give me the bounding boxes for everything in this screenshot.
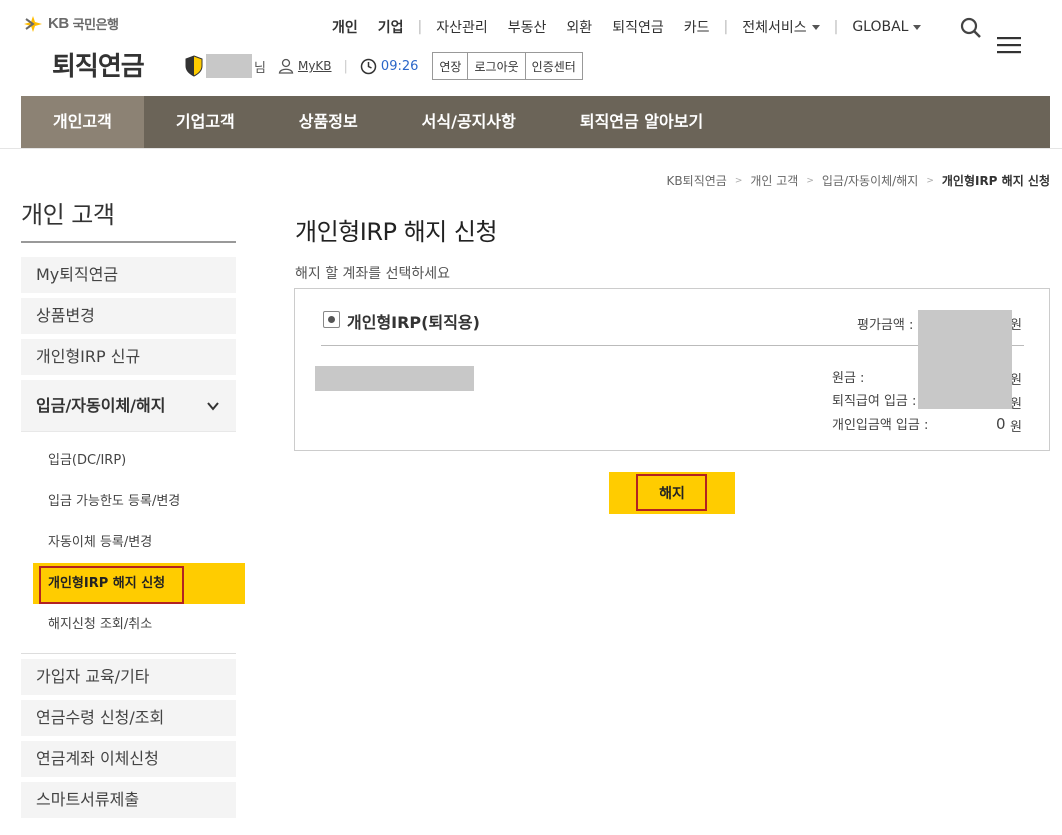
account-name: 개인형IRP(퇴직용) (347, 313, 480, 332)
all-services-label: 전체서비스 (742, 20, 807, 36)
gnb-tab-about-pension[interactable]: 퇴직연금 알아보기 (548, 96, 735, 148)
breadcrumb-arrow-icon: > (926, 175, 934, 186)
caret-down-icon (913, 24, 922, 30)
global-label: GLOBAL (852, 19, 909, 35)
gnb-tab-products[interactable]: 상품정보 (267, 96, 390, 148)
masked-user-name (206, 54, 252, 78)
top-nav-card[interactable]: 카드 (684, 17, 710, 37)
divider: | (723, 19, 729, 35)
breadcrumb: KB퇴직연금 > 개인 고객 > 입금/자동이체/해지 > 개인형IRP 해지 … (667, 172, 1050, 189)
sidebar-item-annuity[interactable]: 연금수령 신청/조회 (21, 700, 236, 736)
personal-deposit-value: 0 (996, 415, 1006, 433)
sidebar-item-irp-new[interactable]: 개인형IRP 신규 (21, 339, 236, 375)
breadcrumb-item[interactable]: 입금/자동이체/해지 (822, 172, 918, 189)
sidebar-sub-limit[interactable]: 입금 가능한도 등록/변경 (21, 481, 236, 522)
masked-account-number (315, 366, 474, 391)
clock-icon (360, 58, 377, 74)
shield-icon (185, 55, 203, 77)
cert-center-button[interactable]: 인증센터 (524, 53, 582, 79)
user-suffix: 님 (254, 60, 266, 76)
sidebar-sub-list: 입금(DC/IRP) 입금 가능한도 등록/변경 자동이체 등록/변경 개인형I… (21, 432, 245, 654)
won-unit: 원 (1010, 420, 1022, 435)
kb-star-icon (22, 15, 44, 33)
hamburger-menu-icon[interactable] (997, 35, 1021, 55)
divider: | (833, 19, 839, 35)
logo-kb-text: KB (48, 15, 69, 32)
divider: | (343, 58, 348, 74)
chevron-down-icon (207, 401, 219, 411)
sidebar-group-label: 입금/자동이체/해지 (36, 395, 166, 415)
masked-amounts (918, 310, 1012, 409)
search-icon[interactable] (960, 17, 982, 39)
logo-bank-text: 국민은행 (72, 18, 119, 33)
breadcrumb-current: 개인형IRP 해지 신청 (941, 174, 1050, 188)
breadcrumb-arrow-icon: > (806, 175, 814, 186)
sidebar-item-smart-docs[interactable]: 스마트서류제출 (21, 782, 236, 818)
sidebar-sub-autotransfer[interactable]: 자동이체 등록/변경 (21, 522, 236, 563)
header-divider (0, 148, 1062, 149)
sidebar-sub-deposit[interactable]: 입금(DC/IRP) (21, 440, 236, 481)
breadcrumb-item[interactable]: 개인 고객 (750, 172, 798, 189)
top-nav-all-services[interactable]: 전체서비스 (742, 17, 820, 37)
sidebar-item-product-change[interactable]: 상품변경 (21, 298, 236, 334)
extend-button[interactable]: 연장 (433, 53, 468, 79)
divider: | (417, 19, 423, 35)
sidebar-item-education[interactable]: 가입자 교육/기타 (21, 659, 236, 695)
breadcrumb-item[interactable]: KB퇴직연금 (667, 172, 727, 189)
gnb-tab-personal[interactable]: 개인고객 (21, 96, 144, 148)
session-time: 09:26 (380, 58, 419, 74)
sidebar-menu: My퇴직연금 상품변경 개인형IRP 신규 입금/자동이체/해지 입금(DC/I… (21, 257, 245, 823)
account-card[interactable]: 개인형IRP(퇴직용) 평가금액 : 원 원금 : 퇴직급여 입금 : 개인입금… (294, 288, 1050, 451)
sidebar-sub-cancel-inquiry[interactable]: 해지신청 조회/취소 (21, 604, 236, 645)
sidebar-item-account-transfer[interactable]: 연금계좌 이체신청 (21, 741, 236, 777)
sidebar-item-my-pension[interactable]: My퇴직연금 (21, 257, 236, 293)
site-title[interactable]: 퇴직연금 (52, 46, 145, 83)
top-nav-corporate[interactable]: 기업 (378, 17, 404, 37)
user-icon (278, 58, 294, 74)
page-title: 개인형IRP 해지 신청 (295, 218, 498, 246)
sidebar-group-deposit-header[interactable]: 입금/자동이체/해지 (21, 380, 236, 432)
sidebar-sub-irp-cancel[interactable]: 개인형IRP 해지 신청 (33, 563, 245, 604)
top-nav-asset[interactable]: 자산관리 (436, 17, 488, 37)
instruction-text: 해지 할 계좌를 선택하세요 (295, 266, 451, 282)
sidebar-title: 개인 고객 (21, 201, 115, 229)
principal-label: 원금 : (832, 371, 865, 386)
cancel-account-button[interactable]: 해지 (609, 472, 735, 514)
sidebar-group-deposit: 입금/자동이체/해지 입금(DC/IRP) 입금 가능한도 등록/변경 자동이체… (21, 380, 245, 654)
top-nav-personal[interactable]: 개인 (332, 17, 358, 37)
top-nav: 개인 기업 | 자산관리 부동산 외환 퇴직연금 카드 | 전체서비스 | GL… (332, 17, 941, 37)
user-info: 님 MyKB | 09:26 연장 로그아웃 인증센터 (184, 52, 583, 80)
gnb-tab-forms[interactable]: 서식/공지사항 (390, 96, 548, 148)
top-nav-realestate[interactable]: 부동산 (508, 17, 547, 37)
session-button-group: 연장 로그아웃 인증센터 (432, 52, 583, 80)
mykb-link[interactable]: MyKB (298, 59, 332, 73)
kb-logo[interactable]: KB 국민은행 (22, 14, 119, 33)
sidebar-title-divider (21, 241, 236, 243)
top-nav-fx[interactable]: 외환 (566, 17, 592, 37)
severance-label: 퇴직급여 입금 : (832, 394, 917, 409)
account-radio[interactable] (323, 311, 340, 328)
top-nav-pension[interactable]: 퇴직연금 (612, 17, 664, 37)
logout-button[interactable]: 로그아웃 (467, 53, 525, 79)
caret-down-icon (811, 24, 820, 30)
top-nav-global[interactable]: GLOBAL (852, 19, 922, 35)
personal-deposit-label: 개인입금액 입금 : (832, 418, 929, 433)
global-nav-bar: 개인고객 기업고객 상품정보 서식/공지사항 퇴직연금 알아보기 (21, 96, 1050, 148)
gnb-tab-corporate[interactable]: 기업고객 (144, 96, 267, 148)
breadcrumb-arrow-icon: > (734, 175, 743, 186)
eval-amount-label: 평가금액 : (857, 318, 914, 333)
